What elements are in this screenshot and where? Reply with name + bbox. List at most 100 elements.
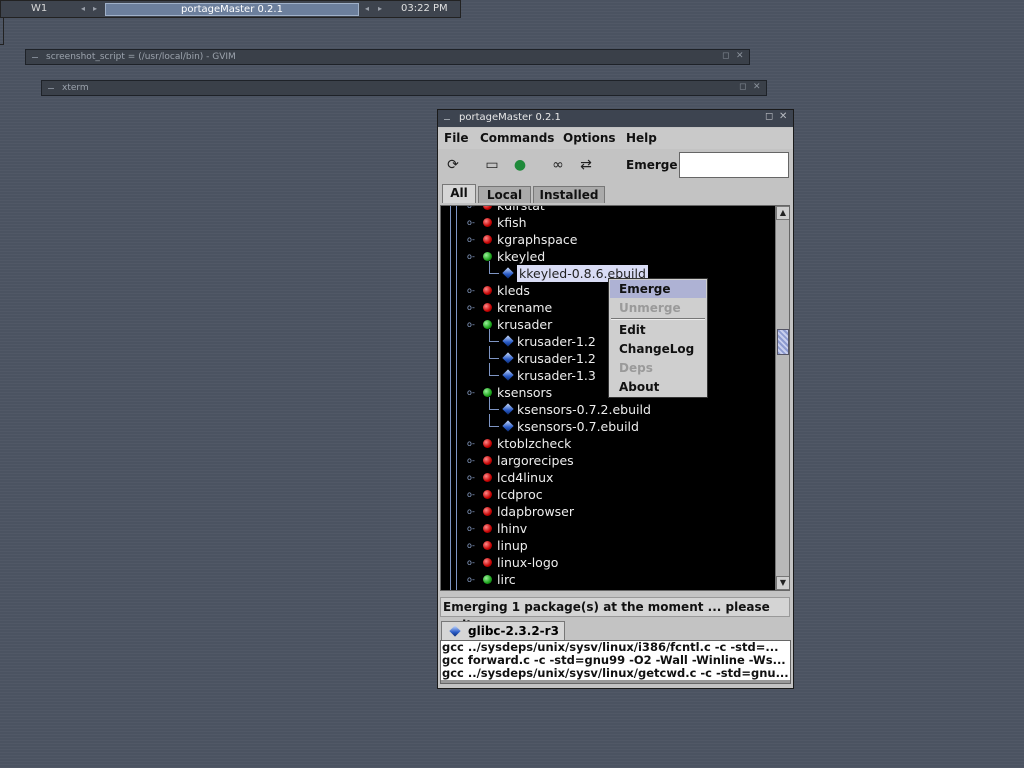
package-tree: o-kdirstat o-kfish o-kgraphspace o-kkeyled k… [440, 205, 790, 591]
window-menu-icon[interactable] [444, 119, 450, 120]
ebuild-icon [449, 625, 461, 637]
tree-package-row[interactable]: o-kkeyled [441, 248, 774, 265]
scroll-down-icon[interactable]: ▼ [776, 576, 789, 590]
tree-branch [489, 409, 499, 410]
package-name: ksensors [497, 385, 553, 400]
ctx-deps[interactable]: Deps [610, 359, 706, 377]
ctx-changelog[interactable]: ChangeLog [610, 340, 706, 358]
globe-icon[interactable]: ● [511, 156, 529, 174]
expand-handle-icon[interactable]: o- [467, 571, 475, 588]
expand-handle-icon[interactable]: o- [467, 214, 475, 231]
workspace-label[interactable]: W1 [31, 3, 47, 14]
tree-package-row[interactable]: o-kdirstat [441, 206, 774, 214]
expand-handle-icon[interactable]: o- [467, 282, 475, 299]
refresh-icon[interactable]: ⟳ [444, 156, 462, 174]
tree-package-row[interactable]: o-kgraphspace [441, 231, 774, 248]
expand-handle-icon[interactable]: o- [467, 554, 475, 571]
emerge-label: Emerge [626, 158, 678, 172]
expand-handle-icon[interactable]: o- [467, 537, 475, 554]
expand-handle-icon[interactable]: o- [467, 299, 475, 316]
tree-package-row[interactable]: o-largorecipes [441, 452, 774, 469]
package-name: krusader [497, 317, 553, 332]
xterm-window[interactable]: xterm ◻ ✕ [41, 80, 767, 96]
ebuild-name: krusader-1.2 [517, 334, 596, 349]
scroll-thumb[interactable] [777, 329, 789, 355]
expand-handle-icon[interactable]: o- [467, 435, 475, 452]
next-arrow-icon[interactable]: ▸ [93, 4, 97, 13]
tree-package-row[interactable]: o-lcd4linux [441, 469, 774, 486]
tree-branch [489, 375, 499, 376]
expand-handle-icon[interactable]: o- [467, 469, 475, 486]
ebuild-icon [502, 420, 514, 432]
emerge-input[interactable] [679, 152, 789, 178]
ebuild-icon [502, 403, 514, 415]
not-installed-status-icon [483, 473, 492, 482]
view-tabs: All Local Installed [438, 184, 793, 204]
gvim-window[interactable]: screenshot_script = (/usr/local/bin) - G… [25, 49, 750, 65]
tree-branch [489, 341, 499, 342]
prev-arrow-icon[interactable]: ◂ [81, 4, 85, 13]
expand-handle-icon[interactable]: o- [467, 316, 475, 333]
expand-handle-icon[interactable]: o- [467, 384, 475, 401]
expand-handle-icon[interactable]: o- [467, 206, 475, 214]
expand-handle-icon[interactable]: o- [467, 503, 475, 520]
maximize-icon[interactable]: ◻ [739, 82, 746, 92]
sync-icon[interactable]: ⇄ [577, 156, 595, 174]
tree-package-row[interactable]: o-lhinv [441, 520, 774, 537]
not-installed-status-icon [483, 541, 492, 550]
installed-status-icon [483, 388, 492, 397]
menu-file[interactable]: File [444, 131, 469, 145]
ctx-emerge[interactable]: Emerge [610, 280, 706, 298]
next-task-icon[interactable]: ▸ [378, 4, 382, 13]
expand-handle-icon[interactable]: o- [467, 452, 475, 469]
expand-handle-icon[interactable]: o- [467, 248, 475, 265]
taskbar-item[interactable]: portageMaster 0.2.1 [105, 3, 359, 16]
ebuild-name: ksensors-0.7.ebuild [517, 419, 639, 434]
portagemaster-window: portageMaster 0.2.1 ◻ ✕ File Commands Op… [437, 109, 794, 689]
menu-options[interactable]: Options [563, 131, 616, 145]
tab-all[interactable]: All [442, 184, 476, 203]
tree-package-row[interactable]: o-lcdproc [441, 486, 774, 503]
ctx-edit[interactable]: Edit [610, 321, 706, 339]
tree-package-row[interactable]: o-lirc [441, 571, 774, 588]
job-tab[interactable]: glibc-2.3.2-r3 [441, 621, 565, 640]
tab-installed[interactable]: Installed [533, 186, 605, 203]
window-menu-icon[interactable] [32, 57, 38, 58]
tab-local[interactable]: Local [478, 186, 531, 203]
maximize-icon[interactable]: ◻ [722, 51, 729, 61]
tree-package-row[interactable]: o-ldapbrowser [441, 503, 774, 520]
ctx-about[interactable]: About [610, 378, 706, 396]
tree-scrollbar[interactable]: ▲ ▼ [775, 206, 789, 590]
tree-branch [489, 358, 499, 359]
tree-package-row[interactable]: o-ktoblzcheck [441, 435, 774, 452]
package-name: ldapbrowser [497, 504, 575, 519]
menu-commands[interactable]: Commands [480, 131, 554, 145]
title-bar[interactable]: portageMaster 0.2.1 ◻ ✕ [438, 110, 793, 127]
tree-package-row[interactable]: o-linux-logo [441, 554, 774, 571]
expand-handle-icon[interactable]: o- [467, 520, 475, 537]
prev-task-icon[interactable]: ◂ [365, 4, 369, 13]
tree-package-row[interactable]: o-kfish [441, 214, 774, 231]
tree-ebuild-row[interactable]: ksensors-0.7.ebuild [441, 414, 774, 435]
window-menu-icon[interactable] [48, 88, 54, 89]
package-name: kkeyled [497, 249, 546, 264]
expand-handle-icon[interactable]: o- [467, 231, 475, 248]
monitor-icon[interactable]: ▭ [483, 156, 501, 174]
menu-help[interactable]: Help [626, 131, 657, 145]
maximize-icon[interactable]: ◻ [765, 111, 773, 122]
log-scrollbar[interactable] [441, 680, 790, 683]
expand-handle-icon[interactable]: o- [467, 486, 475, 503]
tree-ebuild-row[interactable]: ksensors-0.7.2.ebuild [441, 397, 774, 418]
close-icon[interactable]: ✕ [753, 82, 761, 92]
build-log[interactable]: gcc ../sysdeps/unix/sysv/linux/i386/fcnt… [440, 640, 791, 684]
not-installed-status-icon [483, 206, 492, 210]
binoculars-icon[interactable]: ∞ [549, 156, 567, 174]
tree-package-row[interactable]: o-linup [441, 537, 774, 554]
scroll-up-icon[interactable]: ▲ [776, 206, 789, 220]
not-installed-status-icon [483, 490, 492, 499]
close-icon[interactable]: ✕ [779, 111, 787, 122]
package-name: lirc [497, 572, 516, 587]
tree-content: o-kdirstat o-kfish o-kgraphspace o-kkeyled k… [441, 206, 774, 590]
close-icon[interactable]: ✕ [736, 51, 744, 61]
ctx-unmerge[interactable]: Unmerge [610, 299, 706, 317]
